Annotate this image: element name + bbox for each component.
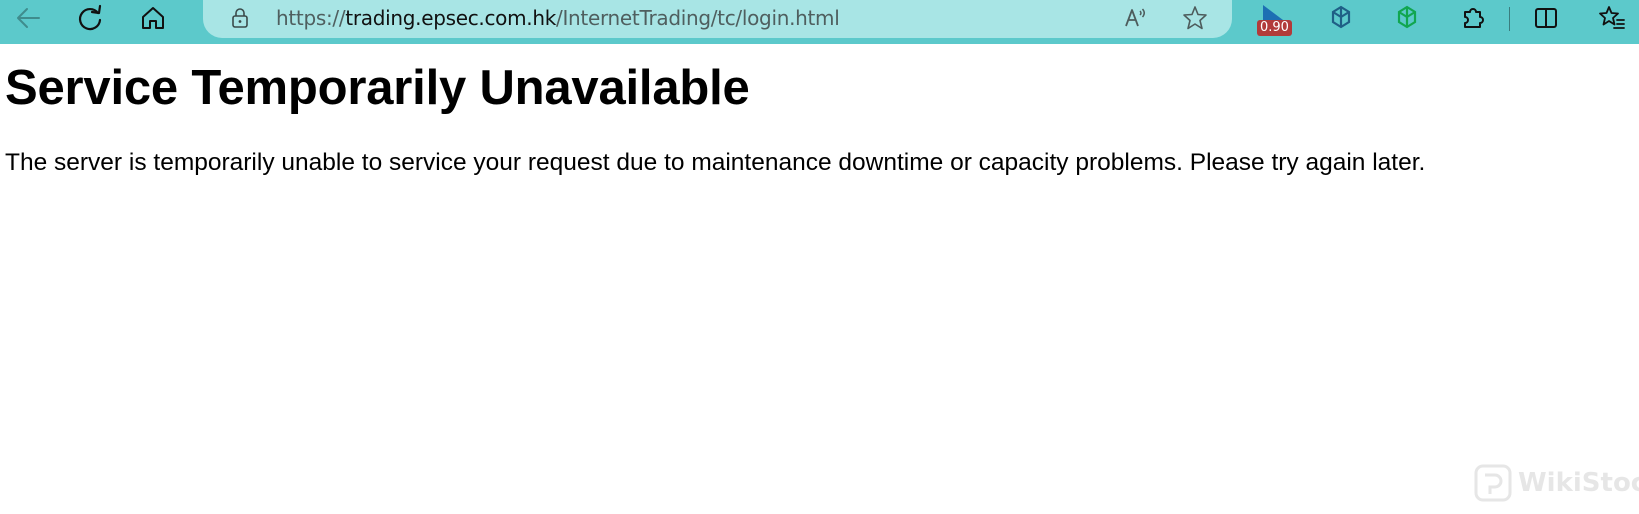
- sider-extension-button[interactable]: [1319, 0, 1363, 36]
- url-text[interactable]: https://trading.epsec.com.hk/InternetTra…: [276, 5, 840, 31]
- home-button[interactable]: [131, 0, 175, 36]
- extensions-puzzle-icon: [1464, 8, 1484, 28]
- chatgpt-extension-button[interactable]: [1385, 0, 1429, 36]
- toolbar-divider: [1509, 7, 1510, 31]
- favorite-star-icon[interactable]: [1181, 4, 1209, 32]
- read-aloud-icon[interactable]: [1121, 4, 1149, 32]
- extensions-button[interactable]: [1451, 0, 1495, 36]
- favorites-list-icon: [1599, 6, 1625, 29]
- refresh-icon: [78, 4, 102, 31]
- error-message: The server is temporarily unable to serv…: [5, 149, 1426, 176]
- lock-icon[interactable]: [229, 7, 251, 29]
- page-title: Service Temporarily Unavailable: [5, 61, 750, 115]
- watermark-text: WikiStock: [1518, 468, 1639, 498]
- extension-badge-count: 0.90: [1257, 20, 1292, 36]
- split-screen-button[interactable]: [1524, 0, 1568, 36]
- address-bar[interactable]: https://trading.epsec.com.hk/InternetTra…: [203, 0, 1232, 38]
- back-button[interactable]: [6, 0, 50, 36]
- url-scheme: https://: [276, 6, 346, 30]
- home-icon: [142, 7, 164, 29]
- chatgpt-icon: [1397, 5, 1417, 29]
- extension-badge-button[interactable]: 0.90: [1256, 4, 1294, 38]
- back-icon: [17, 8, 40, 28]
- wikistock-logo-icon: [1474, 464, 1512, 502]
- url-host: trading.epsec.com.hk: [345, 6, 557, 30]
- page-content: Service Temporarily Unavailable The serv…: [0, 44, 1639, 514]
- url-path: /InternetTrading/tc/login.html: [556, 6, 840, 30]
- favorites-button[interactable]: [1590, 0, 1634, 36]
- wikistock-watermark: WikiStock: [1474, 462, 1639, 506]
- browser-toolbar: https://trading.epsec.com.hk/InternetTra…: [0, 0, 1639, 44]
- refresh-button[interactable]: [68, 0, 112, 36]
- chatgpt-sider-icon: [1331, 5, 1351, 29]
- split-screen-icon: [1535, 8, 1557, 28]
